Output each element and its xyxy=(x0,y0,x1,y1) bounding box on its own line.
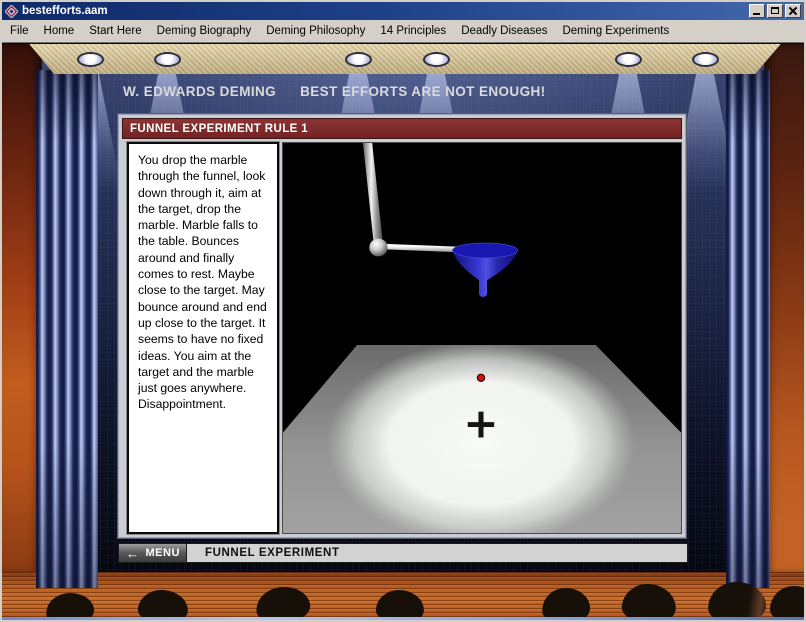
ceiling-light xyxy=(154,52,181,67)
ceiling-light xyxy=(345,52,372,67)
menu-14-principles[interactable]: 14 Principles xyxy=(380,25,446,37)
proscenium-wall-right xyxy=(764,44,804,574)
description-box: You drop the marble through the funnel, … xyxy=(127,142,279,534)
window-title: bestefforts.aam xyxy=(22,5,108,17)
support-arm-horizontal xyxy=(383,246,460,249)
menu-button-label: MENU xyxy=(146,547,180,559)
marble xyxy=(477,374,484,381)
ceiling-light xyxy=(423,52,450,67)
menu-bar: File Home Start Here Deming Biography De… xyxy=(2,20,804,43)
speaker-name: W. EDWARDS DEMING xyxy=(123,84,276,99)
page-title: W. EDWARDS DEMING BEST EFFORTS ARE NOT EN… xyxy=(123,84,546,99)
panel-title: FUNNEL EXPERIMENT RULE 1 xyxy=(122,118,682,139)
back-arrow-icon: ← xyxy=(126,547,140,560)
menu-deming-philosophy[interactable]: Deming Philosophy xyxy=(266,25,365,37)
content-panel: FUNNEL EXPERIMENT RULE 1 You drop the ma… xyxy=(117,113,687,539)
window-bottom-border xyxy=(2,617,804,620)
menu-file[interactable]: File xyxy=(10,25,29,37)
authorware-app-icon xyxy=(5,5,18,18)
maximize-icon xyxy=(771,7,779,14)
minimize-icon xyxy=(753,13,760,15)
stage-ceiling xyxy=(2,44,804,74)
menu-start-here[interactable]: Start Here xyxy=(89,25,141,37)
ceiling-light xyxy=(615,52,642,67)
navigation-bar: ← MENU FUNNEL EXPERIMENT xyxy=(118,543,688,563)
stage: W. EDWARDS DEMING BEST EFFORTS ARE NOT EN… xyxy=(2,44,804,620)
menu-home[interactable]: Home xyxy=(44,25,75,37)
funnel-experiment-scene xyxy=(282,142,682,534)
maximize-button[interactable] xyxy=(767,4,783,18)
curtain-left xyxy=(36,70,98,588)
panel-body: You drop the marble through the funnel, … xyxy=(122,142,682,534)
close-button[interactable] xyxy=(785,4,801,18)
title-bar[interactable]: bestefforts.aam xyxy=(2,2,804,20)
menu-deming-biography[interactable]: Deming Biography xyxy=(157,25,252,37)
app-window: bestefforts.aam File Home Start Here Dem… xyxy=(0,0,806,622)
curtain-right xyxy=(726,70,770,588)
funnel-rim xyxy=(453,243,518,258)
window-controls xyxy=(749,4,801,18)
ceiling-light xyxy=(77,52,104,67)
minimize-button[interactable] xyxy=(749,4,765,18)
menu-button[interactable]: ← MENU xyxy=(119,544,187,562)
arm-ball-joint xyxy=(369,239,387,257)
tagline: BEST EFFORTS ARE NOT ENOUGH! xyxy=(300,84,545,99)
menu-deming-experiments[interactable]: Deming Experiments xyxy=(562,25,669,37)
menu-deadly-diseases[interactable]: Deadly Diseases xyxy=(461,25,547,37)
section-caption: FUNNEL EXPERIMENT xyxy=(205,547,340,559)
ceiling-light xyxy=(692,52,719,67)
